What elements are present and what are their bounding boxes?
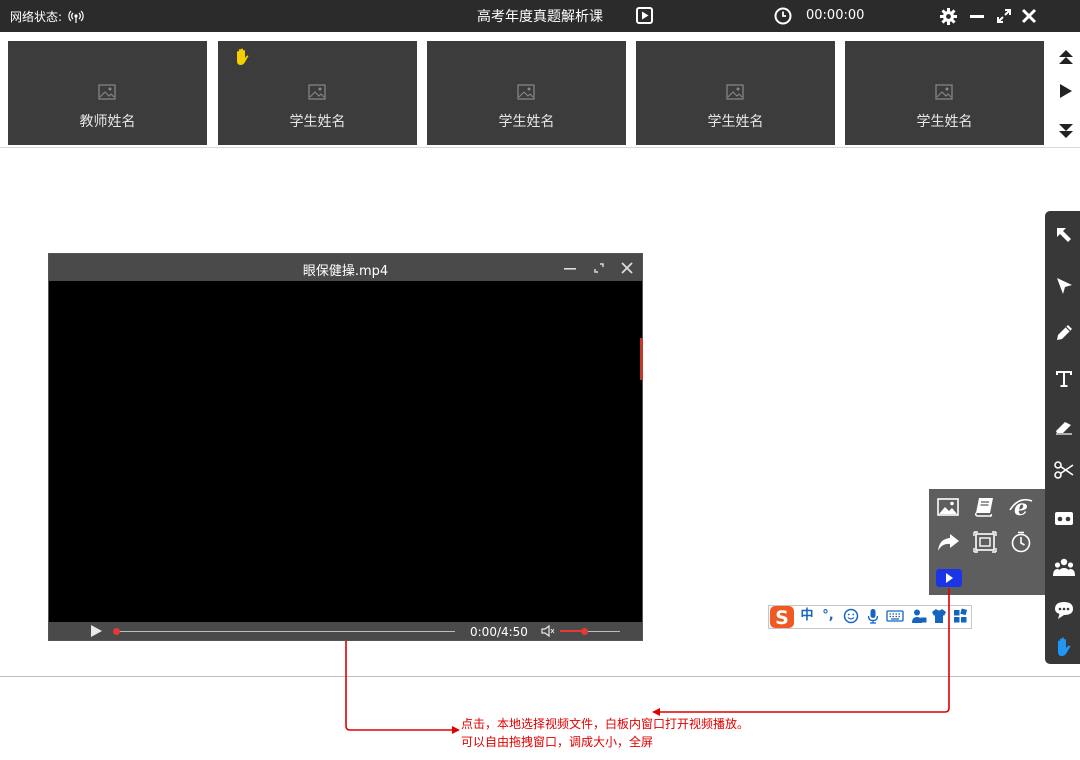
- scissors-icon[interactable]: [1053, 459, 1075, 481]
- scroll-bottom-icon[interactable]: [1058, 122, 1074, 140]
- image-placeholder-icon: [935, 84, 953, 100]
- annotation-text-line1: 点击，本地选择视频文件，白板内窗口打开视频播放。: [461, 717, 750, 731]
- image-placeholder-icon: [308, 84, 326, 100]
- pencil-icon[interactable]: [1053, 322, 1075, 344]
- text-icon[interactable]: [1053, 368, 1075, 390]
- tile-label: 教师姓名: [79, 114, 136, 130]
- play-recording-icon[interactable]: [636, 7, 653, 24]
- class-timer: 00:00:00: [806, 8, 865, 23]
- video-display[interactable]: [49, 281, 642, 622]
- toolbox-icon[interactable]: [1053, 507, 1075, 529]
- screenshot-icon[interactable]: [973, 531, 997, 553]
- pointer-icon[interactable]: [1053, 275, 1075, 297]
- image-placeholder-icon: [726, 84, 744, 100]
- video-window-titlebar[interactable]: 眼保健操.mp4: [49, 254, 642, 281]
- ime-punctuation-toggle[interactable]: °,: [820, 607, 836, 625]
- close-icon[interactable]: [1021, 8, 1037, 24]
- gear-icon[interactable]: [940, 8, 957, 25]
- share-icon[interactable]: [936, 531, 960, 553]
- volume-slider-handle[interactable]: [581, 628, 588, 635]
- class-title: 高考年度真题解析课: [477, 9, 603, 25]
- hand-icon[interactable]: [1053, 636, 1075, 658]
- grid-icon[interactable]: [952, 607, 968, 625]
- tile-label: 学生姓名: [289, 114, 346, 130]
- emoji-icon[interactable]: [843, 607, 859, 625]
- ime-mode-toggle[interactable]: 中: [799, 607, 815, 625]
- resize-arrow-icon[interactable]: [1053, 224, 1075, 246]
- video-time: 0:00/4:50: [470, 625, 528, 639]
- browser-icon[interactable]: e: [1009, 496, 1033, 518]
- close-icon[interactable]: [620, 261, 634, 275]
- timer-icon[interactable]: [1009, 531, 1033, 553]
- image-placeholder-icon: [98, 84, 116, 100]
- svg-text:S: S: [775, 607, 789, 629]
- video-tile-student[interactable]: 学生姓名: [427, 41, 626, 145]
- minimize-icon[interactable]: [563, 261, 577, 275]
- keyboard-icon[interactable]: [886, 607, 904, 625]
- video-progress-track[interactable]: [115, 631, 455, 632]
- video-tile-student[interactable]: 学生姓名: [845, 41, 1044, 145]
- scroll-top-icon[interactable]: [1058, 48, 1074, 66]
- image-icon[interactable]: [936, 496, 960, 518]
- video-file-name: 眼保健操.mp4: [302, 264, 389, 279]
- user-icon[interactable]: [911, 607, 927, 625]
- users-icon[interactable]: [1053, 556, 1075, 578]
- board-bottom-divider: [0, 676, 1080, 677]
- tile-label: 学生姓名: [916, 114, 973, 130]
- fullscreen-icon[interactable]: [996, 8, 1012, 24]
- hand-raised-icon: [237, 48, 249, 65]
- fullscreen-icon[interactable]: [592, 261, 606, 275]
- video-icon[interactable]: [936, 569, 962, 587]
- video-tile-student[interactable]: 学生姓名: [636, 41, 835, 145]
- annotation-text-line2: 可以自由拖拽窗口，调成大小，全屏: [461, 735, 654, 749]
- video-tile-teacher[interactable]: 教师姓名: [8, 41, 207, 145]
- participant-video-strip: 教师姓名 学生姓名 学生姓名 学生姓名 学生姓名: [0, 32, 1080, 148]
- play-icon: [946, 573, 953, 583]
- volume-icon[interactable]: [541, 624, 555, 638]
- top-bar: 网络状态: 高考年度真题解析课 00:00:00: [0, 0, 1080, 32]
- skin-icon[interactable]: [931, 607, 947, 625]
- book-icon[interactable]: [973, 496, 997, 518]
- window-resize-edge[interactable]: [640, 338, 643, 380]
- video-progress-handle[interactable]: [113, 628, 120, 635]
- play-icon[interactable]: [1059, 83, 1073, 99]
- image-placeholder-icon: [517, 84, 535, 100]
- video-player-window[interactable]: 眼保健操.mp4 0:00/4:50: [48, 253, 643, 641]
- tile-label: 学生姓名: [498, 114, 555, 130]
- eraser-icon[interactable]: [1053, 416, 1075, 438]
- play-icon[interactable]: [89, 624, 103, 638]
- sogou-logo-icon: S: [770, 606, 794, 629]
- minimize-icon[interactable]: [969, 8, 985, 24]
- video-tile-student[interactable]: 学生姓名: [218, 41, 417, 145]
- tile-label: 学生姓名: [707, 114, 764, 130]
- chat-icon[interactable]: [1053, 599, 1075, 621]
- mic-icon[interactable]: [865, 607, 881, 625]
- clock-icon: [774, 7, 792, 25]
